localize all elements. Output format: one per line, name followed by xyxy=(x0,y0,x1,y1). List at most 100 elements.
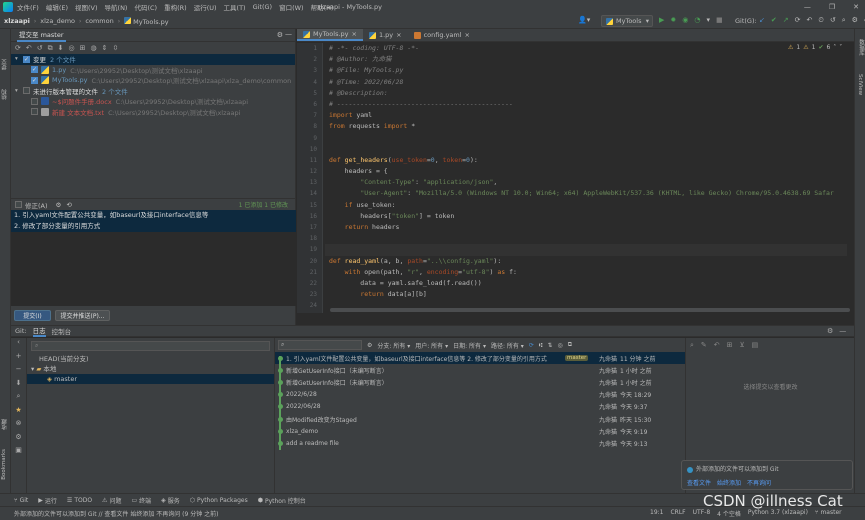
refresh-icon[interactable]: ⟳ xyxy=(15,44,21,52)
user-icon[interactable]: 👤▾ xyxy=(578,16,590,24)
changed-file-item[interactable]: ~$问题件手册.docx C:\Users\29952\Desktop\测试文档\… xyxy=(11,96,295,107)
undo-icon[interactable]: ↺ xyxy=(37,44,43,52)
group-icon[interactable]: ⊞ xyxy=(80,44,86,52)
tab-console[interactable]: 控制台 xyxy=(52,326,72,336)
breadcrumb-item[interactable]: xlza_demo xyxy=(40,17,75,25)
log-filter[interactable]: 路径: 所有 ▾ xyxy=(491,341,524,350)
favorites-tool-button[interactable]: 收藏 xyxy=(1,419,9,430)
code-line[interactable]: headers = { xyxy=(325,166,847,177)
commit-row[interactable]: 由Modified改变为Staged 九命猫 昨天 15:30 xyxy=(275,413,685,425)
head-branch-item[interactable]: HEAD(当前分支) xyxy=(27,354,274,364)
download-icon[interactable]: ⬇ xyxy=(58,44,64,52)
pull-icon[interactable]: ⬇ xyxy=(11,379,26,393)
tool-window-button[interactable]: ☰ TODO xyxy=(67,497,92,504)
code-line[interactable]: headers["token"] = token xyxy=(325,211,847,222)
menu-item[interactable]: 工具(T) xyxy=(224,2,246,12)
code-line[interactable]: return data[a][b] xyxy=(325,289,847,300)
breadcrumb-item[interactable]: common xyxy=(85,17,113,25)
layout-icon[interactable]: ▣ xyxy=(11,446,26,460)
menu-item[interactable]: Git(G) xyxy=(253,3,273,11)
gear-icon[interactable]: ⚙ xyxy=(367,342,372,349)
indent-setting[interactable]: 4 个空格 xyxy=(717,509,741,518)
menu-item[interactable]: 窗口(W) xyxy=(279,2,304,12)
commit-tab[interactable]: 提交至 master xyxy=(17,29,66,42)
commit-message-input[interactable]: 1. 引入yaml文件配置公共变量，如baseurl及接口interface信息… xyxy=(11,210,296,306)
close-icon[interactable]: ⊗ xyxy=(11,419,26,433)
commit-row[interactable]: 1. 引入yaml文件配置公共变量，如baseurl及接口interface信息… xyxy=(275,352,685,365)
caret-position[interactable]: 19:1 xyxy=(650,509,663,518)
code-line[interactable]: # @File: MyTools.py xyxy=(325,65,847,76)
log-filter[interactable]: 分支: 所有 ▾ xyxy=(377,341,410,350)
cherry-pick-icon[interactable]: ⑆ xyxy=(539,342,543,349)
debug-icon[interactable]: ✹ xyxy=(670,16,676,24)
menu-item[interactable]: 代码(C) xyxy=(134,2,157,12)
changed-file-item[interactable]: ✓ 1.py C:\Users\29952\Desktop\测试文档\xlzaapi xyxy=(11,65,295,76)
commit-tool-button[interactable]: 提交 xyxy=(1,59,9,70)
code-line[interactable]: def get_headers(use_token=0, token=0): xyxy=(325,155,847,166)
tool-window-button[interactable]: ⬢ Python 控制台 xyxy=(258,496,306,505)
update-project-icon[interactable]: ↙ xyxy=(759,16,765,25)
profile-icon[interactable]: ◔ xyxy=(694,16,700,24)
file-checkbox[interactable]: ✓ xyxy=(31,76,38,84)
horizontal-scrollbar[interactable] xyxy=(330,308,850,312)
filter-icon[interactable]: ⊻ xyxy=(740,341,745,349)
code-line[interactable]: # @Time: 2022/06/28 xyxy=(325,77,847,88)
minimize-icon[interactable]: — xyxy=(285,30,292,38)
chevron-up-icon[interactable]: ˄ xyxy=(833,44,836,51)
search-icon[interactable]: ⌕ xyxy=(690,341,694,350)
view-options-icon[interactable]: ◍ xyxy=(90,44,96,52)
code-line[interactable]: # @Description: xyxy=(325,88,847,99)
editor-tab[interactable]: 1.py × xyxy=(363,29,408,41)
gear-icon[interactable]: ⚙ xyxy=(277,31,283,39)
tool-window-button[interactable]: ⑂ Git xyxy=(14,497,28,504)
code-line[interactable]: # --------------------------------------… xyxy=(325,99,847,110)
breadcrumb-item[interactable]: xlzaapi xyxy=(4,17,30,25)
tab-log[interactable]: 日志 xyxy=(32,325,46,337)
more-run-icon[interactable]: ▾ xyxy=(706,16,710,24)
amend-checkbox[interactable] xyxy=(15,201,22,208)
branch-item-master[interactable]: ◈ master xyxy=(27,374,274,384)
commit-row[interactable]: add a readme file 九命猫 今天 9:13 xyxy=(275,437,685,449)
commit-button[interactable]: 提交(I) xyxy=(14,310,51,321)
inspection-widget[interactable]: ⚠ 1 ⚠ 1 ✔ 6 ˄ ˅ xyxy=(788,44,842,51)
changelist-group[interactable]: ▾ 未进行版本管理的文件 2 个文件 xyxy=(11,86,295,97)
log-filter[interactable]: 日期: 所有 ▾ xyxy=(453,341,486,350)
code-line[interactable]: from requests import * xyxy=(325,121,847,132)
delete-icon[interactable]: − xyxy=(11,365,26,379)
code-line[interactable] xyxy=(325,144,847,155)
rollback-icon[interactable]: ↶ xyxy=(807,16,813,25)
code-line[interactable]: return headers xyxy=(325,222,847,233)
close-icon[interactable]: × xyxy=(396,31,401,39)
expand-all-icon[interactable]: ⇕ xyxy=(102,44,108,52)
file-checkbox[interactable] xyxy=(31,108,38,116)
menu-item[interactable]: 视图(V) xyxy=(75,2,98,12)
dont-ask-link[interactable]: 不再询问 xyxy=(747,478,771,487)
code-line[interactable]: data = yaml.safe_load(f.read()) xyxy=(325,278,847,289)
gear-icon[interactable]: ⚙ xyxy=(827,327,833,335)
coverage-icon[interactable]: ◉ xyxy=(682,16,688,24)
gear-icon[interactable]: ⚙ xyxy=(56,201,62,209)
sort-icon[interactable]: ⇅ xyxy=(547,342,552,349)
new-window-icon[interactable]: ⧉ xyxy=(568,341,572,349)
file-checkbox[interactable]: ✓ xyxy=(31,66,38,74)
close-button[interactable]: ✕ xyxy=(853,3,859,11)
code-line[interactable]: # -*- coding: UTF-8 -*- xyxy=(325,43,847,54)
group-checkbox[interactable] xyxy=(23,87,30,95)
code-line[interactable] xyxy=(325,133,847,144)
breadcrumb-item[interactable]: MyTools.py xyxy=(124,16,169,26)
chevron-down-icon[interactable]: ▾ xyxy=(15,88,23,94)
code-line[interactable]: if use_token: xyxy=(325,200,847,211)
menu-item[interactable]: 编辑(E) xyxy=(46,2,68,12)
code-line[interactable]: "User-Agent": "Mozilla/5.0 (Windows NT 1… xyxy=(325,188,847,199)
menu-item[interactable]: 运行(U) xyxy=(194,2,217,12)
gear-icon[interactable]: ⚙ xyxy=(11,433,26,447)
layout-icon[interactable]: ▤ xyxy=(752,341,759,349)
file-encoding[interactable]: UTF-8 xyxy=(693,509,711,518)
log-filter[interactable]: 用户: 所有 ▾ xyxy=(415,341,448,350)
commit-row[interactable]: 新增GetUserInfo接口（未编写断言） 九命猫 1 小时 之前 xyxy=(275,364,685,376)
file-checkbox[interactable] xyxy=(31,97,38,105)
maximize-button[interactable]: ❐ xyxy=(829,3,835,11)
tool-window-button[interactable]: ⬡ Python Packages xyxy=(190,497,248,504)
edit-source-icon[interactable]: ✎ xyxy=(701,341,707,349)
code-line[interactable]: def read_yaml(a, b, path="..\\config.yam… xyxy=(325,256,847,267)
